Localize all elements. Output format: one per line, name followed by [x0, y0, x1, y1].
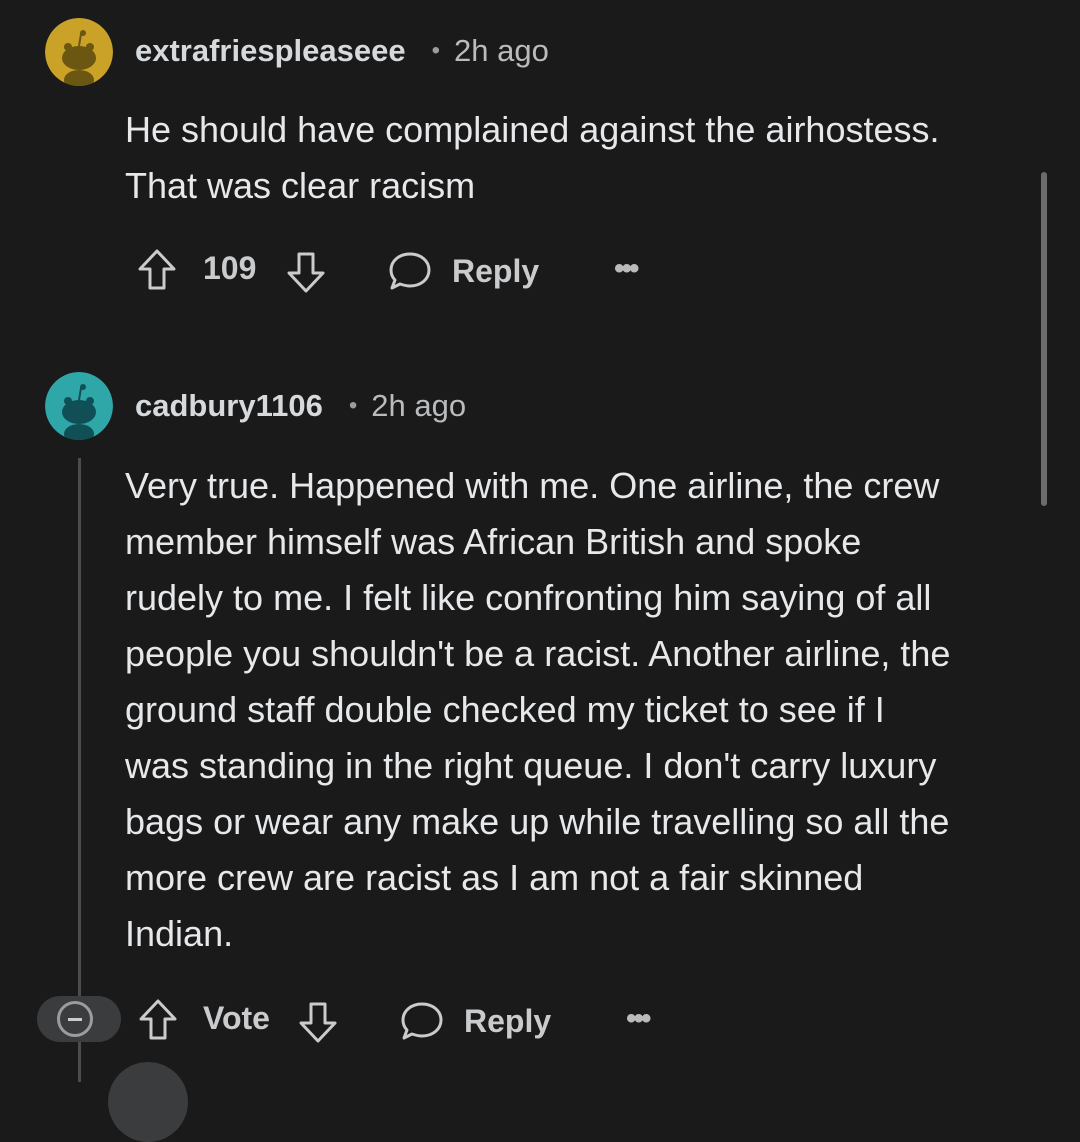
snoo-avatar-icon — [45, 18, 113, 86]
username[interactable]: extrafriespleaseee — [135, 33, 406, 69]
comment-line: people you shouldn't be a racist. Anothe… — [125, 633, 951, 674]
comment-line: Indian. — [125, 913, 234, 954]
comment-body: Very true. Happened with me. One airline… — [125, 458, 1035, 962]
more-options-button[interactable]: ••• — [614, 252, 639, 286]
downvote-button[interactable] — [285, 250, 327, 294]
comment-line: bags or wear any make up while travellin… — [125, 801, 950, 842]
comment-actions: Vote Reply ••• — [0, 992, 1080, 1052]
arrow-down-icon — [285, 250, 327, 294]
timestamp: 2h ago — [454, 33, 549, 68]
comment-line: rudely to me. I felt like confronting hi… — [125, 577, 932, 618]
downvote-button[interactable] — [297, 1000, 339, 1044]
comment-line: Very true. Happened with me. One airline… — [125, 465, 940, 506]
thread-line[interactable] — [78, 458, 81, 996]
comment-line: member himself was African British and s… — [125, 521, 862, 562]
comment-line: That was clear racism — [125, 165, 476, 206]
more-options-button[interactable]: ••• — [626, 1002, 651, 1036]
vote-label: Vote — [203, 1000, 270, 1036]
comment-line: more crew are racist as I am not a fair … — [125, 857, 864, 898]
timestamp: 2h ago — [371, 388, 467, 423]
comment-actions: 109 Reply ••• — [0, 242, 1080, 302]
arrow-up-icon — [136, 248, 178, 292]
user-avatar[interactable] — [45, 372, 113, 440]
comment-line: He should have complained against the ai… — [125, 109, 940, 150]
user-avatar[interactable] — [45, 18, 113, 86]
speech-bubble-icon — [400, 1000, 444, 1042]
vote-count: 109 — [203, 250, 257, 286]
comment-body: He should have complained against the ai… — [125, 102, 1035, 214]
arrow-up-icon — [137, 998, 179, 1042]
upvote-button[interactable] — [137, 998, 179, 1042]
speech-bubble-icon — [388, 250, 432, 292]
reply-button[interactable]: Reply — [400, 1000, 551, 1042]
separator-dot: • — [348, 392, 358, 419]
more-dots-icon: ••• — [626, 1002, 651, 1035]
reply-button[interactable]: Reply — [388, 250, 539, 292]
scrollbar-thumb[interactable] — [1041, 172, 1047, 506]
separator-dot: • — [431, 37, 440, 64]
next-comment-avatar[interactable] — [108, 1062, 188, 1142]
comment-line: was standing in the right queue. I don't… — [125, 745, 937, 786]
more-dots-icon: ••• — [614, 252, 639, 285]
upvote-button[interactable] — [136, 248, 178, 292]
username[interactable]: cadbury1106 — [135, 388, 323, 424]
snoo-avatar-icon — [45, 372, 113, 440]
arrow-down-icon — [297, 1000, 339, 1044]
comment-line: ground staff double checked my ticket to… — [125, 689, 885, 730]
reply-label: Reply — [464, 1002, 552, 1039]
reply-label: Reply — [452, 252, 540, 289]
